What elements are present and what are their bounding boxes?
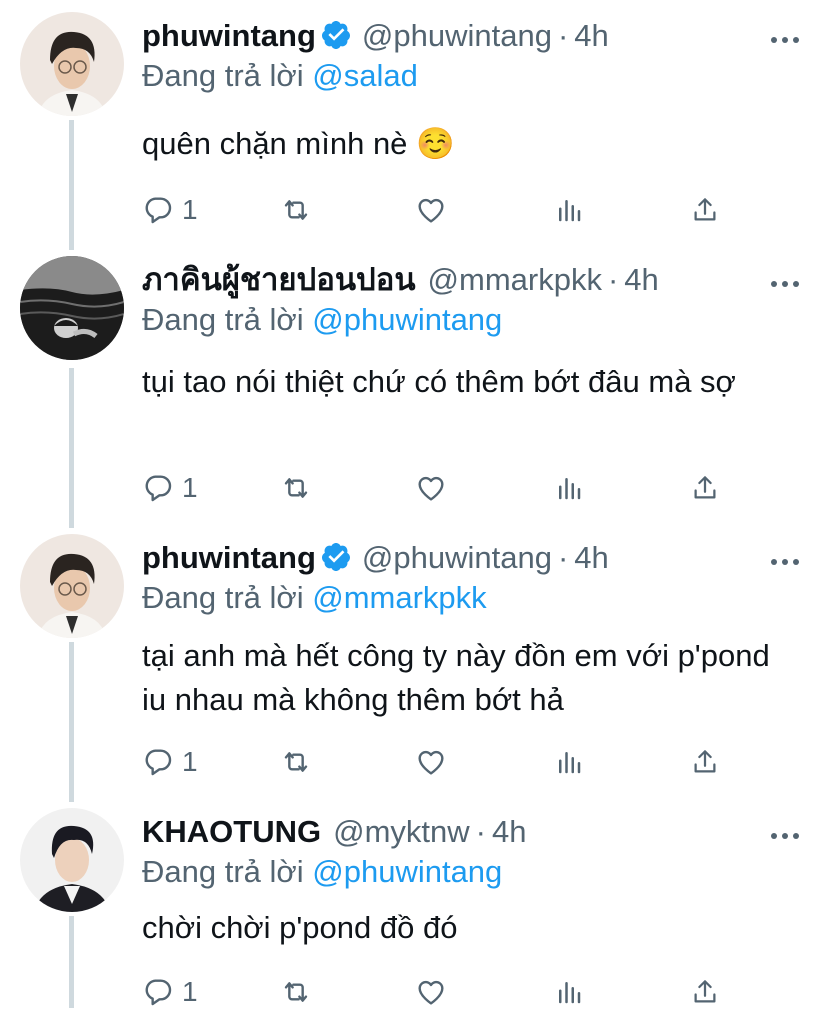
replying-to: Đang trả lời @salad — [142, 56, 418, 96]
separator-dot: · — [475, 814, 486, 849]
reply-button[interactable]: 1 — [142, 468, 198, 508]
tweet-text: chời chời p'pond đồ đó — [142, 910, 458, 945]
replying-to-label: Đang trả lời — [142, 580, 304, 615]
tweet-text: tại anh mà hết công ty này đồn em với p'… — [142, 638, 770, 717]
separator-dot: · — [607, 262, 619, 297]
display-name[interactable]: phuwintang — [142, 18, 316, 53]
replying-to-label: Đang trả lời — [142, 302, 304, 337]
reply-count: 1 — [182, 194, 198, 225]
avatar[interactable] — [20, 808, 124, 912]
tweet-actions: 1 — [142, 190, 762, 230]
share-icon — [694, 476, 716, 499]
tweet[interactable]: KHAOTUNG @myktnw · 4h Đang trả lời @phuwint… — [0, 808, 828, 1008]
timestamp[interactable]: 4h — [492, 814, 526, 849]
tweet[interactable]: phuwintang @phuwintang · 4h Đang trả lời @m… — [0, 534, 828, 800]
like-button[interactable] — [414, 468, 448, 508]
analytics-icon — [559, 478, 581, 500]
display-name[interactable]: phuwintang — [142, 540, 316, 575]
share-icon — [694, 750, 716, 773]
more-icon[interactable] — [770, 832, 800, 840]
heart-icon — [418, 476, 444, 501]
reply-count: 1 — [182, 976, 198, 1007]
display-name[interactable]: KHAOTUNG — [142, 814, 321, 849]
separator-dot: · — [557, 540, 569, 575]
comment-icon — [145, 749, 172, 776]
comment-icon — [145, 979, 172, 1006]
handle[interactable]: @phuwintang — [362, 540, 552, 575]
more-icon[interactable] — [770, 558, 800, 566]
analytics-icon — [559, 200, 581, 222]
analytics-icon — [559, 752, 581, 774]
heart-icon — [418, 198, 444, 223]
mention-link[interactable]: @mmarkpkk — [312, 580, 486, 615]
analytics-icon — [559, 982, 581, 1004]
more-icon[interactable] — [770, 36, 800, 44]
retweet-button[interactable] — [278, 190, 314, 230]
tweet-actions: 1 — [142, 468, 762, 508]
tweet-text: quên chặn mình nè ☺️ — [142, 126, 455, 161]
handle[interactable]: @phuwintang — [362, 18, 552, 53]
verified-badge-icon — [321, 21, 350, 49]
timestamp[interactable]: 4h — [574, 540, 608, 575]
share-button[interactable] — [690, 972, 720, 1012]
like-button[interactable] — [414, 972, 448, 1012]
tweet-header: ภาคินผู้ชายปอนปอน @mmarkpkk · 4h — [142, 260, 659, 300]
tweet-actions: 1 — [142, 972, 762, 1012]
mention-link[interactable]: @phuwintang — [312, 854, 502, 889]
share-icon — [694, 198, 716, 221]
handle[interactable]: @myktnw — [333, 814, 470, 849]
retweet-icon — [284, 752, 308, 772]
replying-to: Đang trả lời @phuwintang — [142, 300, 502, 340]
avatar[interactable] — [20, 534, 124, 638]
like-button[interactable] — [414, 742, 448, 782]
timestamp[interactable]: 4h — [624, 262, 658, 297]
reply-count: 1 — [182, 472, 198, 503]
heart-icon — [418, 980, 444, 1005]
mention-link[interactable]: @salad — [312, 58, 418, 93]
replying-to-label: Đang trả lời — [142, 58, 304, 93]
retweet-icon — [284, 478, 308, 498]
replying-to: Đang trả lời @mmarkpkk — [142, 578, 487, 618]
retweet-button[interactable] — [278, 972, 314, 1012]
tweet[interactable]: phuwintang @phuwintang · 4h Đang trả lời @s… — [0, 12, 828, 248]
reply-count: 1 — [182, 746, 198, 777]
analytics-button[interactable] — [554, 468, 584, 508]
tweet-actions: 1 — [142, 742, 762, 782]
comment-icon — [145, 475, 172, 502]
replying-to: Đang trả lời @phuwintang — [142, 852, 502, 892]
retweet-icon — [284, 982, 308, 1002]
analytics-button[interactable] — [554, 742, 584, 782]
analytics-button[interactable] — [554, 972, 584, 1012]
mention-link[interactable]: @phuwintang — [312, 302, 502, 337]
retweet-button[interactable] — [278, 468, 314, 508]
analytics-button[interactable] — [554, 190, 584, 230]
display-name[interactable]: ภาคินผู้ชายปอนปอน — [142, 262, 416, 297]
retweet-icon — [284, 200, 308, 220]
share-button[interactable] — [690, 742, 720, 782]
tweet-header: phuwintang @phuwintang · 4h — [142, 538, 609, 578]
retweet-button[interactable] — [278, 742, 314, 782]
heart-icon — [418, 750, 444, 775]
avatar[interactable] — [20, 12, 124, 116]
comment-icon — [145, 197, 172, 224]
reply-button[interactable]: 1 — [142, 972, 198, 1012]
share-button[interactable] — [690, 190, 720, 230]
tweet[interactable]: ภาคินผู้ชายปอนปอน @mmarkpkk · 4h Đang trả l… — [0, 256, 828, 526]
reply-button[interactable]: 1 — [142, 190, 198, 230]
verified-badge-icon — [321, 543, 350, 571]
handle[interactable]: @mmarkpkk — [428, 262, 602, 297]
avatar[interactable] — [20, 256, 124, 360]
replying-to-label: Đang trả lời — [142, 854, 304, 889]
reply-button[interactable]: 1 — [142, 742, 198, 782]
more-icon[interactable] — [770, 280, 800, 288]
share-button[interactable] — [690, 468, 720, 508]
timestamp[interactable]: 4h — [574, 18, 608, 53]
tweet-header: phuwintang @phuwintang · 4h — [142, 16, 609, 56]
share-icon — [694, 980, 716, 1003]
like-button[interactable] — [414, 190, 448, 230]
separator-dot: · — [557, 18, 569, 53]
tweet-header: KHAOTUNG @myktnw · 4h — [142, 812, 526, 852]
tweet-text: tụi tao nói thiệt chứ có thêm bớt đâu mà… — [142, 364, 736, 399]
